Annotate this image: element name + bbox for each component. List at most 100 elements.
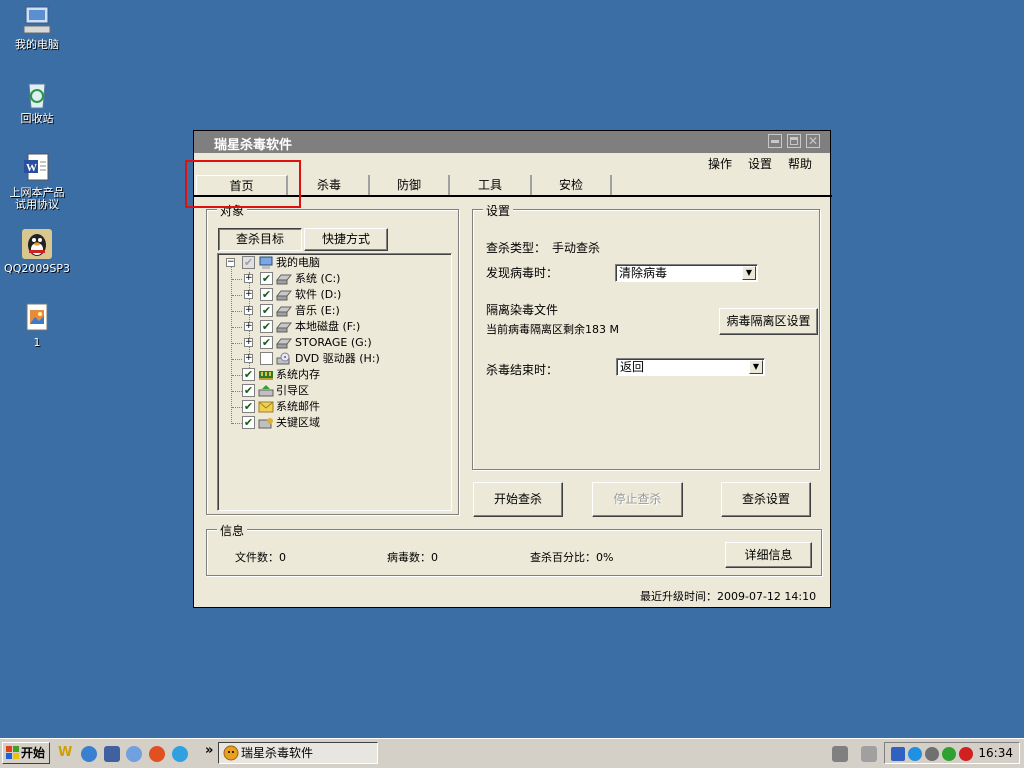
firefox-icon[interactable]	[149, 746, 165, 762]
scan-target-tree[interactable]: − ✔ 我的电脑 + ✔ 系统 (C:) + ✔ 软件 (D:) + ✔ 音乐 …	[217, 253, 452, 511]
checkbox[interactable]: ✔	[242, 416, 255, 429]
tree-guide-line	[232, 343, 242, 344]
title-bar[interactable]: 瑞星杀毒软件 ✕	[194, 131, 830, 153]
tree-guide-line	[232, 279, 242, 280]
expand-icon[interactable]: +	[244, 274, 253, 283]
on-finish-select[interactable]: 返回 ▼	[616, 358, 765, 376]
desktop-icon-recycle-bin[interactable]: 回收站	[0, 78, 74, 125]
tree-item-dvd-drive[interactable]: + DVD 驱动器 (H:)	[218, 351, 448, 367]
tree-item-system-mail[interactable]: ✔ 系统邮件	[218, 399, 448, 415]
taskbar-window-label: 瑞星杀毒软件	[241, 746, 314, 760]
tree-item-system-memory[interactable]: ✔ 系统内存	[218, 367, 448, 383]
tree-item-label: 系统 (C:)	[295, 272, 341, 285]
checkbox[interactable]: ✔	[260, 320, 273, 333]
update-icon[interactable]	[908, 747, 922, 761]
tree-guide-line	[232, 375, 242, 376]
tab-security-check[interactable]: 安检	[532, 175, 612, 196]
drive-icon	[276, 274, 292, 285]
quicklaunch-chevron[interactable]: »	[205, 743, 213, 758]
key-area-icon	[258, 418, 273, 429]
pen-icon[interactable]	[861, 746, 877, 762]
qq-penguin-icon	[21, 228, 53, 260]
on-virus-label: 发现病毒时：	[486, 266, 559, 280]
details-button[interactable]: 详细信息	[725, 542, 812, 568]
checkbox[interactable]: ✔	[260, 304, 273, 317]
start-scan-button[interactable]: 开始查杀	[473, 482, 563, 517]
recycle-bin-icon	[21, 78, 53, 110]
expand-icon[interactable]: +	[244, 306, 253, 315]
scan-target-button[interactable]: 查杀目标	[218, 228, 302, 251]
rising-lion-icon	[223, 745, 239, 761]
chevron-down-icon[interactable]: ▼	[749, 360, 763, 374]
drive-icon	[276, 322, 292, 333]
chevron-down-icon[interactable]: ▼	[742, 266, 756, 280]
wps-icon[interactable]: W	[58, 746, 74, 762]
menu-help[interactable]: 帮助	[788, 155, 812, 172]
start-button[interactable]: 开始	[2, 742, 50, 764]
tree-item-drive-c[interactable]: + ✔ 系统 (C:)	[218, 271, 448, 287]
tree-item-my-computer[interactable]: − ✔ 我的电脑	[218, 255, 448, 271]
checkbox[interactable]: ✔	[242, 400, 255, 413]
keyboard-icon[interactable]	[832, 746, 848, 762]
on-finish-label: 杀毒结束时：	[486, 363, 559, 377]
windows-logo-icon	[6, 746, 19, 759]
stop-scan-button[interactable]: 停止查杀	[592, 482, 683, 517]
tree-item-drive-f[interactable]: + ✔ 本地磁盘 (F:)	[218, 319, 448, 335]
maximize-button[interactable]	[787, 134, 801, 148]
ie-browser-icon[interactable]	[81, 746, 97, 762]
checkbox[interactable]: ✔	[260, 336, 273, 349]
tab-defense[interactable]: 防御	[370, 175, 450, 196]
volume-icon[interactable]	[925, 747, 939, 761]
expand-icon[interactable]: +	[244, 290, 253, 299]
taskbar-window-button[interactable]: 瑞星杀毒软件	[218, 742, 378, 764]
quarantine-settings-button[interactable]: 病毒隔离区设置	[719, 308, 818, 335]
clock: 16:34	[978, 746, 1013, 760]
tree-item-label: 音乐 (E:)	[295, 304, 340, 317]
scan-percent: 查杀百分比：0%	[530, 551, 614, 564]
checkbox[interactable]	[260, 352, 273, 365]
tree-item-drive-e[interactable]: + ✔ 音乐 (E:)	[218, 303, 448, 319]
network-icon[interactable]	[891, 747, 905, 761]
minimize-button[interactable]	[768, 134, 782, 148]
tab-tools[interactable]: 工具	[450, 175, 532, 196]
tree-item-label: 关键区域	[276, 416, 320, 429]
checkbox[interactable]: ✔	[242, 384, 255, 397]
virus-count: 病毒数：0	[387, 551, 438, 564]
menu-operation[interactable]: 操作	[708, 155, 732, 172]
tree-item-drive-g[interactable]: + ✔ STORAGE (G:)	[218, 335, 448, 351]
tree-item-label: STORAGE (G:)	[295, 336, 372, 349]
expand-icon[interactable]: +	[244, 354, 253, 363]
desktop-icon-qq[interactable]: QQ2009SP3	[0, 228, 74, 275]
desktop-icon-agreement[interactable]: W 上网本产品 试用协议	[0, 152, 74, 211]
shortcut-button[interactable]: 快捷方式	[304, 228, 388, 251]
shield-icon[interactable]	[959, 747, 973, 761]
menu-settings[interactable]: 设置	[748, 155, 772, 172]
last-update-time: 最近升级时间：2009-07-12 14:10	[640, 590, 817, 603]
scan-settings-button[interactable]: 查杀设置	[721, 482, 811, 517]
on-virus-select[interactable]: 清除病毒 ▼	[615, 264, 758, 282]
search-icon[interactable]	[172, 746, 188, 762]
close-button[interactable]: ✕	[806, 134, 820, 148]
start-label: 开始	[21, 746, 46, 760]
expand-icon[interactable]: +	[244, 322, 253, 331]
checkbox[interactable]: ✔	[242, 368, 255, 381]
checkbox[interactable]: ✔	[260, 272, 273, 285]
svg-text:W: W	[26, 162, 37, 174]
tab-scan[interactable]: 杀毒	[290, 175, 370, 196]
show-desktop-icon[interactable]	[104, 746, 120, 762]
tree-item-label: 我的电脑	[276, 256, 320, 269]
collapse-icon[interactable]: −	[226, 258, 235, 267]
tree-item-label: 系统邮件	[276, 400, 320, 413]
media-player-icon[interactable]	[126, 746, 142, 762]
drive-icon	[276, 306, 292, 317]
checkbox[interactable]: ✔	[260, 288, 273, 301]
expand-icon[interactable]: +	[244, 338, 253, 347]
tree-item-drive-d[interactable]: + ✔ 软件 (D:)	[218, 287, 448, 303]
tree-item-key-areas[interactable]: ✔ 关键区域	[218, 415, 448, 431]
boot-sector-icon	[258, 385, 274, 397]
umbrella-icon[interactable]	[942, 747, 956, 761]
desktop-icon-my-computer[interactable]: 我的电脑	[0, 4, 74, 51]
checkbox[interactable]: ✔	[242, 256, 255, 269]
desktop-icon-file-1[interactable]: 1	[0, 302, 74, 349]
tree-item-boot-sector[interactable]: ✔ 引导区	[218, 383, 448, 399]
